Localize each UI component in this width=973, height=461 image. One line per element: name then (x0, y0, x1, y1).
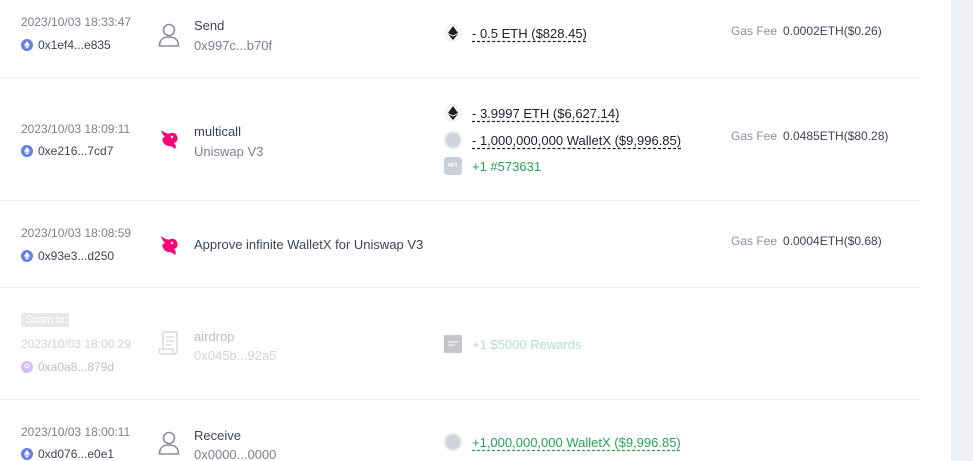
gas-fee-value: 0.0485ETH($80.28) (783, 129, 889, 143)
token-amount[interactable]: - 3.9997 ETH ($6,627.14) (472, 106, 619, 121)
tx-type-title: Receive (194, 428, 241, 443)
scrollbar[interactable] (951, 0, 973, 461)
tx-counterparty[interactable]: 0x045b...92a5 (194, 348, 276, 363)
scroll-icon (157, 330, 181, 356)
token-amount[interactable]: +1 $5000 Rewards (472, 337, 582, 352)
eth-icon (444, 104, 462, 122)
token-icon (444, 433, 462, 451)
token-change: +1,000,000,000 WalletX ($9,996.85) (444, 433, 681, 451)
tx-type-title: Approve infinite WalletX for Uniswap V3 (194, 237, 424, 252)
tx-time: 2023/10/03 18:00:29 (21, 337, 132, 351)
transaction-row-scam: 2023/10/03 18:00:29 0xa0a8...879d airdro… (0, 288, 921, 400)
ethereum-chain-icon (21, 250, 33, 262)
gas-fee-value: 0.0004ETH($0.68) (783, 234, 882, 248)
tx-hash: 0xe216...7cd7 (38, 144, 114, 158)
token-amount[interactable]: - 1,000,000,000 WalletX ($9,996.85) (472, 133, 681, 148)
token-change: - 1,000,000,000 WalletX ($9,996.85) (444, 131, 681, 149)
tx-counterparty[interactable]: 0x997c...b70f (194, 38, 272, 53)
tx-hash: 0xd076...e0e1 (38, 447, 115, 461)
gas-fee-label: Gas Fee (731, 24, 778, 38)
token-change: - 3.9997 ETH ($6,627.14) (444, 104, 619, 122)
ethereum-chain-icon (21, 448, 33, 460)
transaction-row: 2023/10/03 18:00:11 0xd076...e0e1 Receiv… (0, 400, 921, 461)
scam-row-content: 2023/10/03 18:00:29 0xa0a8...879d airdro… (0, 288, 921, 400)
tx-hash-link[interactable]: 0xd076...e0e1 (21, 447, 114, 461)
ethereum-chain-icon (21, 145, 33, 157)
token-change: +1 $5000 Rewards (444, 335, 582, 353)
reward-icon (444, 335, 462, 353)
user-icon (157, 22, 181, 48)
scam-tx-badge: Scam tx (21, 313, 69, 327)
transaction-row: 2023/10/03 18:33:47 0x1ef4...e835 Send 0… (0, 0, 921, 78)
tx-type-title: airdrop (194, 329, 235, 344)
ethereum-chain-icon (21, 39, 33, 51)
tx-hash: 0x93e3...d250 (38, 249, 115, 263)
gas-fee-value: 0.0002ETH($0.26) (783, 24, 882, 38)
token-amount[interactable]: +1,000,000,000 WalletX ($9,996.85) (472, 435, 681, 450)
tx-type-title: multicall (194, 124, 241, 139)
tx-hash: 0xa0a8...879d (38, 360, 115, 374)
transaction-row: 2023/10/03 18:09:11 0xe216...7cd7 multic… (0, 78, 921, 201)
token-icon (444, 131, 462, 149)
eth-icon (444, 24, 462, 42)
tx-hash-link[interactable]: 0x1ef4...e835 (21, 38, 111, 52)
nft-icon: NFT (444, 157, 462, 175)
gas-fee-label: Gas Fee (731, 234, 778, 248)
transaction-row: 2023/10/03 18:08:59 0x93e3...d250 Approv… (0, 201, 921, 288)
tx-hash-link[interactable]: 0x93e3...d250 (21, 249, 114, 263)
tx-counterparty[interactable]: Uniswap V3 (194, 144, 263, 159)
token-change: NFT +1 #573631 (444, 157, 541, 175)
tx-counterparty[interactable]: 0x0000...0000 (194, 447, 276, 461)
token-amount[interactable]: - 0.5 ETH ($828.45) (472, 26, 587, 41)
tx-time: 2023/10/03 18:09:11 (21, 122, 131, 136)
tx-hash: 0x1ef4...e835 (38, 38, 111, 52)
uniswap-icon (157, 232, 181, 258)
token-amount[interactable]: +1 #573631 (472, 159, 541, 174)
tx-time: 2023/10/03 18:00:11 (21, 425, 131, 439)
tx-hash-link[interactable]: 0xa0a8...879d (21, 360, 114, 374)
token-change: - 0.5 ETH ($828.45) (444, 24, 587, 42)
polygon-chain-icon (21, 361, 33, 373)
tx-time: 2023/10/03 18:08:59 (21, 226, 132, 240)
tx-hash-link[interactable]: 0xe216...7cd7 (21, 144, 113, 158)
uniswap-icon (157, 126, 181, 152)
tx-type-title: Send (194, 18, 225, 33)
gas-fee-label: Gas Fee (731, 129, 778, 143)
user-icon (157, 430, 181, 456)
tx-time: 2023/10/03 18:33:47 (21, 15, 132, 29)
